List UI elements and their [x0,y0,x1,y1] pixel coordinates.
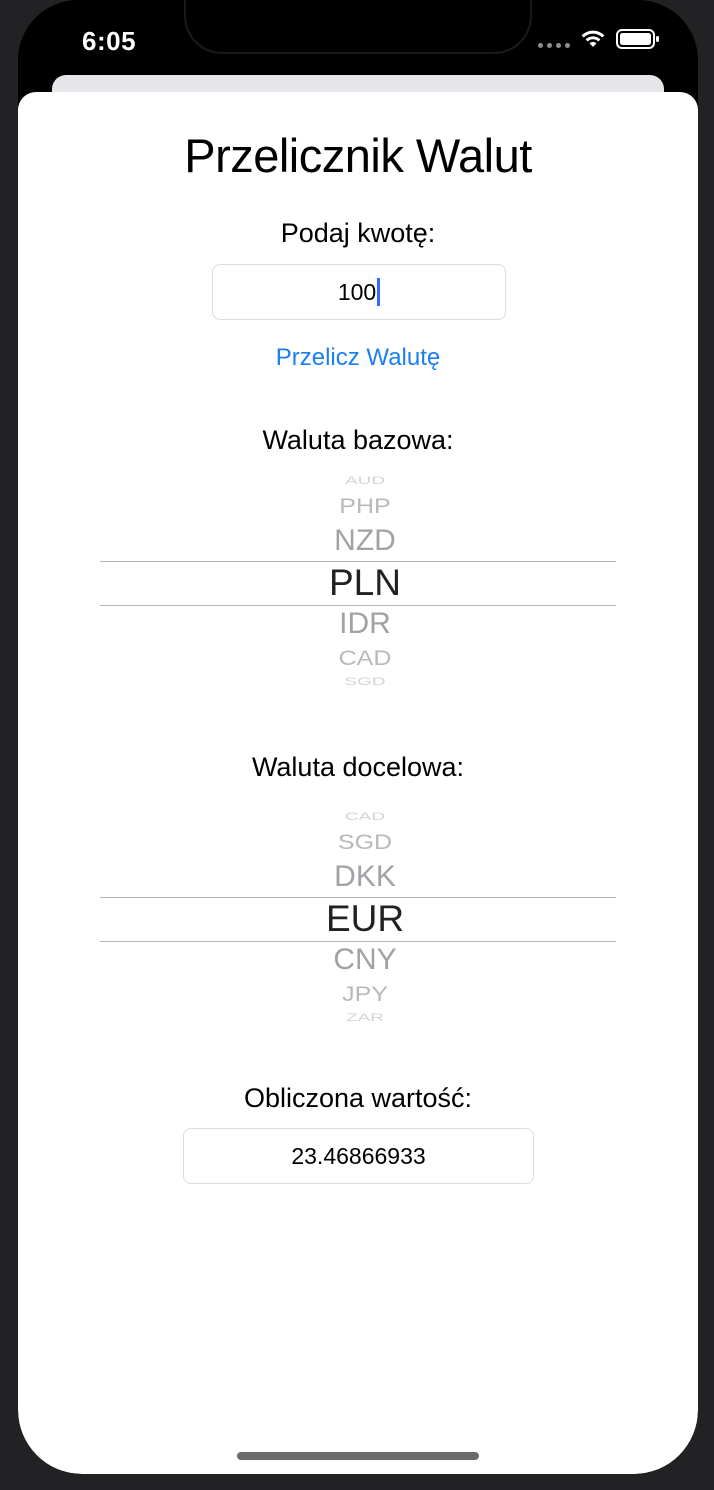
picker-row[interactable]: IDR [100,607,630,641]
result-field[interactable]: 23.46866933 [183,1128,534,1184]
notch [186,0,530,52]
picker-row[interactable]: CAD [100,810,630,823]
device-frame: 6:05 Przelicznik Walut Podaj kwotę: 100 … [0,0,714,1490]
picker-row[interactable]: PHP [100,494,630,519]
screen: 6:05 Przelicznik Walut Podaj kwotę: 100 … [18,0,698,1474]
picker-row[interactable]: JPY [100,982,630,1007]
amount-label: Podaj kwotę: [280,218,436,248]
picker-selection-bottom-line [100,605,616,606]
result-label: Obliczona wartość: [243,1083,473,1113]
page-title: Przelicznik Walut [184,129,532,182]
picker-row[interactable]: ZAR [100,1011,630,1024]
base-currency-label: Waluta bazowa: [262,425,454,455]
picker-row[interactable]: CAD [100,646,630,671]
home-indicator[interactable] [237,1452,479,1460]
picker-selected-row[interactable]: PLN [100,562,630,604]
convert-button[interactable]: Przelicz Walutę [18,344,698,372]
status-icons [538,28,660,50]
wifi-icon [581,30,605,47]
result-value: 23.46866933 [291,1143,426,1169]
status-time: 6:05 [82,26,137,56]
picker-row[interactable]: CNY [100,943,630,977]
amount-input[interactable]: 100 [212,264,506,320]
picker-row[interactable]: SGD [100,830,630,855]
picker-selection-bottom-line [100,941,616,942]
picker-row[interactable]: DKK [100,860,630,894]
text-cursor [377,277,381,306]
picker-row[interactable]: SGD [100,675,630,688]
target-currency-picker[interactable]: CAD SGD DKK EUR CNY JPY ZAR [100,806,616,1036]
amount-input-value: 100 [337,279,377,305]
base-currency-picker[interactable]: AUD PHP NZD PLN IDR CAD SGD [100,470,616,700]
picker-row[interactable]: NZD [100,524,630,558]
picker-row[interactable]: AUD [100,474,630,487]
battery-icon [616,29,659,49]
cellular-signal-icon [538,30,570,48]
target-currency-label: Waluta docelowa: [251,752,465,782]
picker-selected-row[interactable]: EUR [100,898,630,940]
